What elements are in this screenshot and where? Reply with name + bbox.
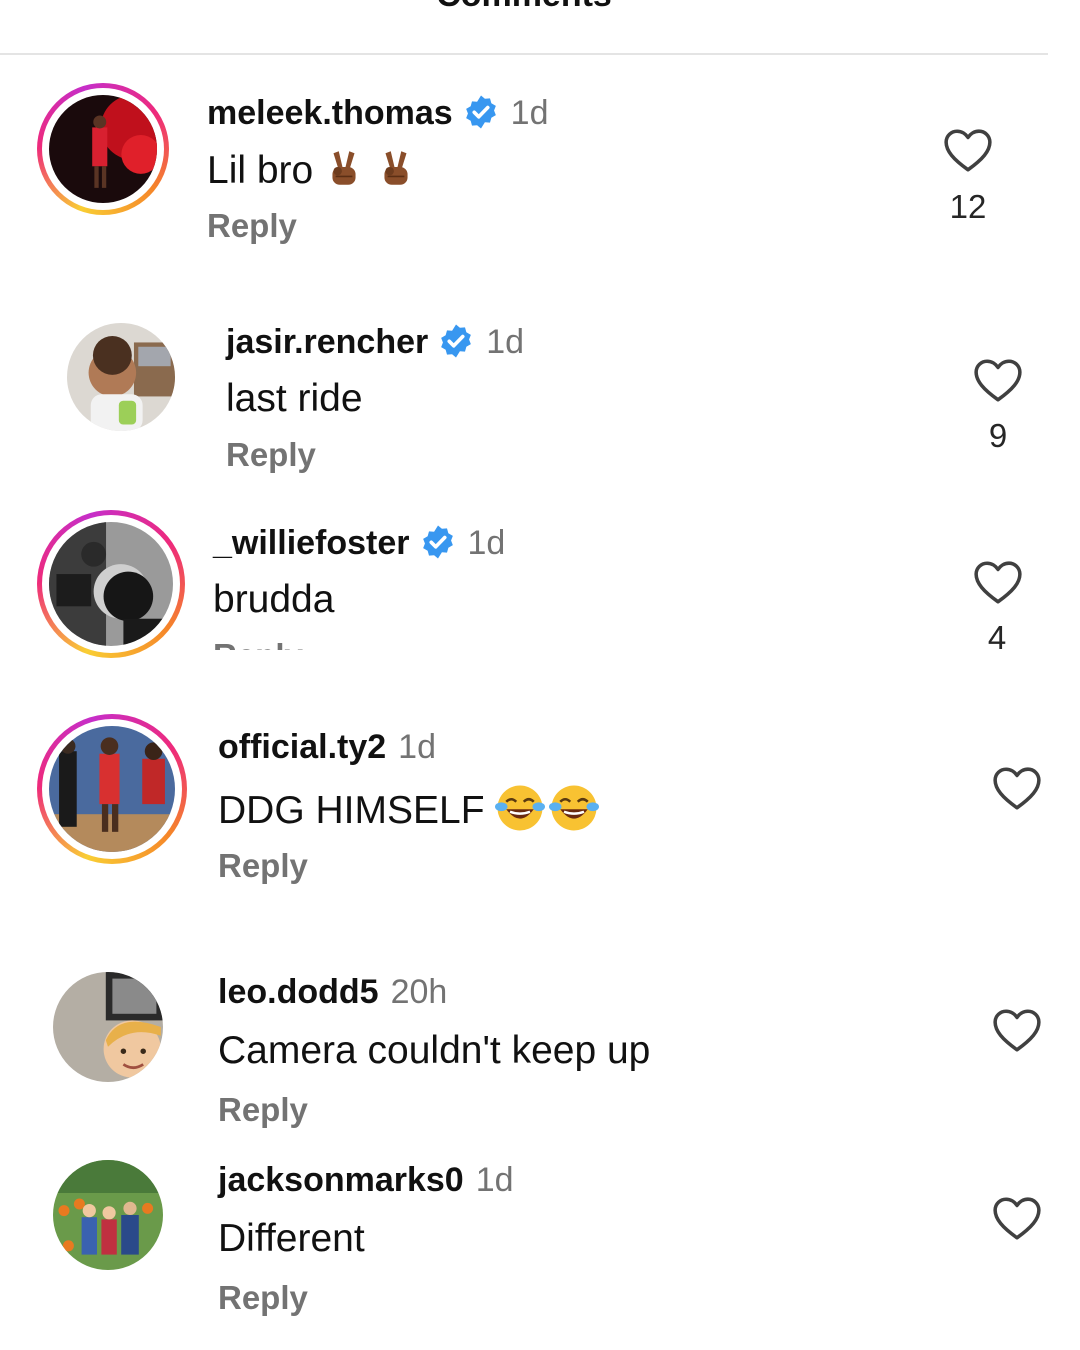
reply-button[interactable]: Reply (207, 206, 297, 246)
comment-time: 1d (510, 94, 549, 132)
comment-text: last ride (226, 376, 363, 422)
comment-text: Camera couldn't keep up (218, 1028, 650, 1074)
comment-item: official.ty2 1d DDG HIMSELF Reply (0, 714, 1080, 894)
avatar-image (67, 323, 175, 431)
comment-text-body: last ride (226, 377, 363, 420)
like-button[interactable] (992, 766, 1042, 812)
avatar[interactable] (53, 1160, 163, 1270)
avatar[interactable] (37, 714, 187, 864)
avatar[interactable] (53, 972, 163, 1082)
comment-text: brudda (213, 577, 334, 623)
reply-clip: Reply (213, 634, 373, 650)
heart-icon (974, 561, 1022, 604)
comment-text: Different (218, 1216, 365, 1262)
comment-text: DDG HIMSELF (218, 783, 599, 834)
avatar-image (53, 972, 163, 1082)
comment-time: 20h (390, 973, 448, 1011)
like-count: 4 (987, 619, 1007, 656)
reply-button[interactable]: Reply (218, 1090, 308, 1130)
reply-button[interactable]: Reply (218, 1278, 308, 1318)
comment-meta: official.ty2 1d (218, 727, 436, 767)
victory-hand-dark-skin-icon (384, 151, 408, 185)
reply-button[interactable]: Reply (213, 636, 303, 650)
reply-button[interactable]: Reply (226, 435, 316, 475)
comment-time: 1d (398, 728, 436, 766)
comment-text-body: Different (218, 1217, 365, 1260)
avatar[interactable] (37, 83, 169, 215)
face-with-tears-of-joy-icon (548, 785, 599, 831)
like-button[interactable] (992, 1008, 1042, 1054)
avatar[interactable] (67, 323, 175, 431)
comment-text: Lil bro (207, 147, 417, 194)
comment-item: meleek.thomas 1d Lil bro Reply 12 (0, 80, 1080, 260)
heart-icon (993, 1009, 1041, 1052)
username[interactable]: _williefoster (213, 524, 410, 562)
comment-meta: _williefoster 1d (213, 523, 505, 563)
comment-meta: leo.dodd5 20h (218, 972, 447, 1012)
comment-item: jacksonmarks0 1d Different Reply (0, 1146, 1080, 1326)
like-button[interactable] (943, 128, 993, 174)
comment-meta: jacksonmarks0 1d (218, 1160, 514, 1200)
avatar[interactable] (37, 510, 185, 658)
like-button[interactable] (973, 560, 1023, 606)
heart-icon (944, 129, 992, 172)
reply-button[interactable]: Reply (218, 846, 308, 886)
comment-text-body: brudda (213, 578, 335, 621)
username[interactable]: jacksonmarks0 (218, 1161, 464, 1199)
verified-badge-icon (422, 525, 453, 559)
comment-item: leo.dodd5 20h Camera couldn't keep up Rep… (0, 958, 1080, 1138)
username[interactable]: meleek.thomas (207, 94, 453, 132)
comment-text-body: DDG HIMSELF (218, 789, 485, 832)
header-divider (0, 53, 1048, 55)
comment-text-body: Lil bro (207, 149, 314, 192)
username[interactable]: official.ty2 (218, 728, 386, 766)
username[interactable]: jasir.rencher (226, 323, 428, 361)
comment-meta: jasir.rencher 1d (226, 322, 524, 362)
username[interactable]: leo.dodd5 (218, 973, 379, 1011)
heart-icon (993, 767, 1041, 810)
comment-item: jasir.rencher 1d last ride Reply 9 (0, 310, 1080, 490)
face-with-tears-of-joy-icon (494, 785, 545, 831)
comment-meta: meleek.thomas 1d (207, 93, 549, 133)
comment-item: _williefoster 1d brudda Reply 4 (0, 510, 1080, 690)
page-title: Comments (0, 0, 1048, 12)
comment-time: 1d (467, 524, 506, 562)
avatar-image (49, 726, 175, 852)
like-count: 12 (949, 188, 987, 225)
comment-time: 1d (486, 323, 525, 361)
heart-icon (993, 1197, 1041, 1240)
like-button[interactable] (973, 358, 1023, 404)
verified-badge-icon (465, 95, 496, 129)
avatar-image (49, 522, 173, 646)
comment-text-body: Camera couldn't keep up (218, 1029, 651, 1072)
victory-hand-dark-skin-icon (332, 151, 356, 185)
comment-time: 1d (475, 1161, 514, 1199)
like-button[interactable] (992, 1196, 1042, 1242)
like-count: 9 (988, 417, 1008, 454)
heart-icon (974, 359, 1022, 402)
verified-badge-icon (441, 324, 472, 358)
avatar-image (53, 1160, 163, 1270)
avatar-image (49, 95, 157, 203)
